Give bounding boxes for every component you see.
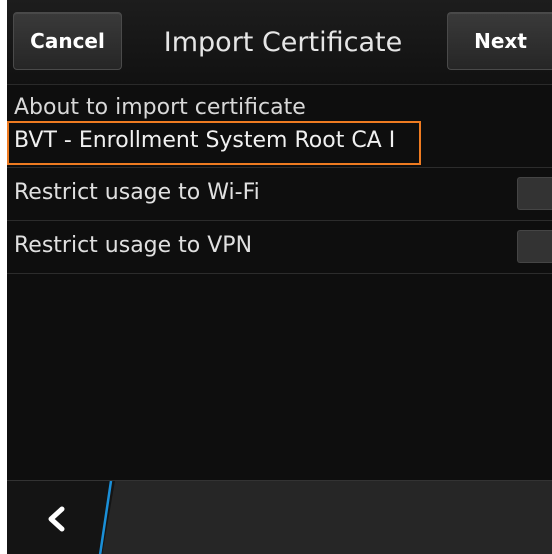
import-certificate-screen: Cancel Import Certificate Next About to … [7, 0, 552, 554]
restrict-vpn-row[interactable]: Restrict usage to VPN [7, 221, 552, 274]
bottom-action-bar [7, 480, 552, 554]
next-button[interactable]: Next [447, 12, 552, 70]
back-button[interactable] [35, 497, 79, 541]
page-title: Import Certificate [163, 26, 403, 58]
restrict-wifi-row[interactable]: Restrict usage to Wi-Fi [7, 168, 552, 221]
restrict-wifi-label: Restrict usage to Wi-Fi [14, 180, 260, 205]
restrict-wifi-checkbox[interactable] [517, 177, 552, 210]
restrict-vpn-checkbox[interactable] [517, 230, 552, 263]
about-text: About to import certificate [14, 95, 306, 120]
certificate-name: BVT - Enrollment System Root CA I [14, 128, 396, 153]
certificate-info: About to import certificate BVT - Enroll… [7, 85, 552, 168]
title-bar: Cancel Import Certificate Next [7, 0, 552, 85]
cancel-button[interactable]: Cancel [13, 12, 122, 70]
restrict-vpn-label: Restrict usage to VPN [14, 233, 253, 258]
chevron-left-icon [48, 506, 65, 532]
